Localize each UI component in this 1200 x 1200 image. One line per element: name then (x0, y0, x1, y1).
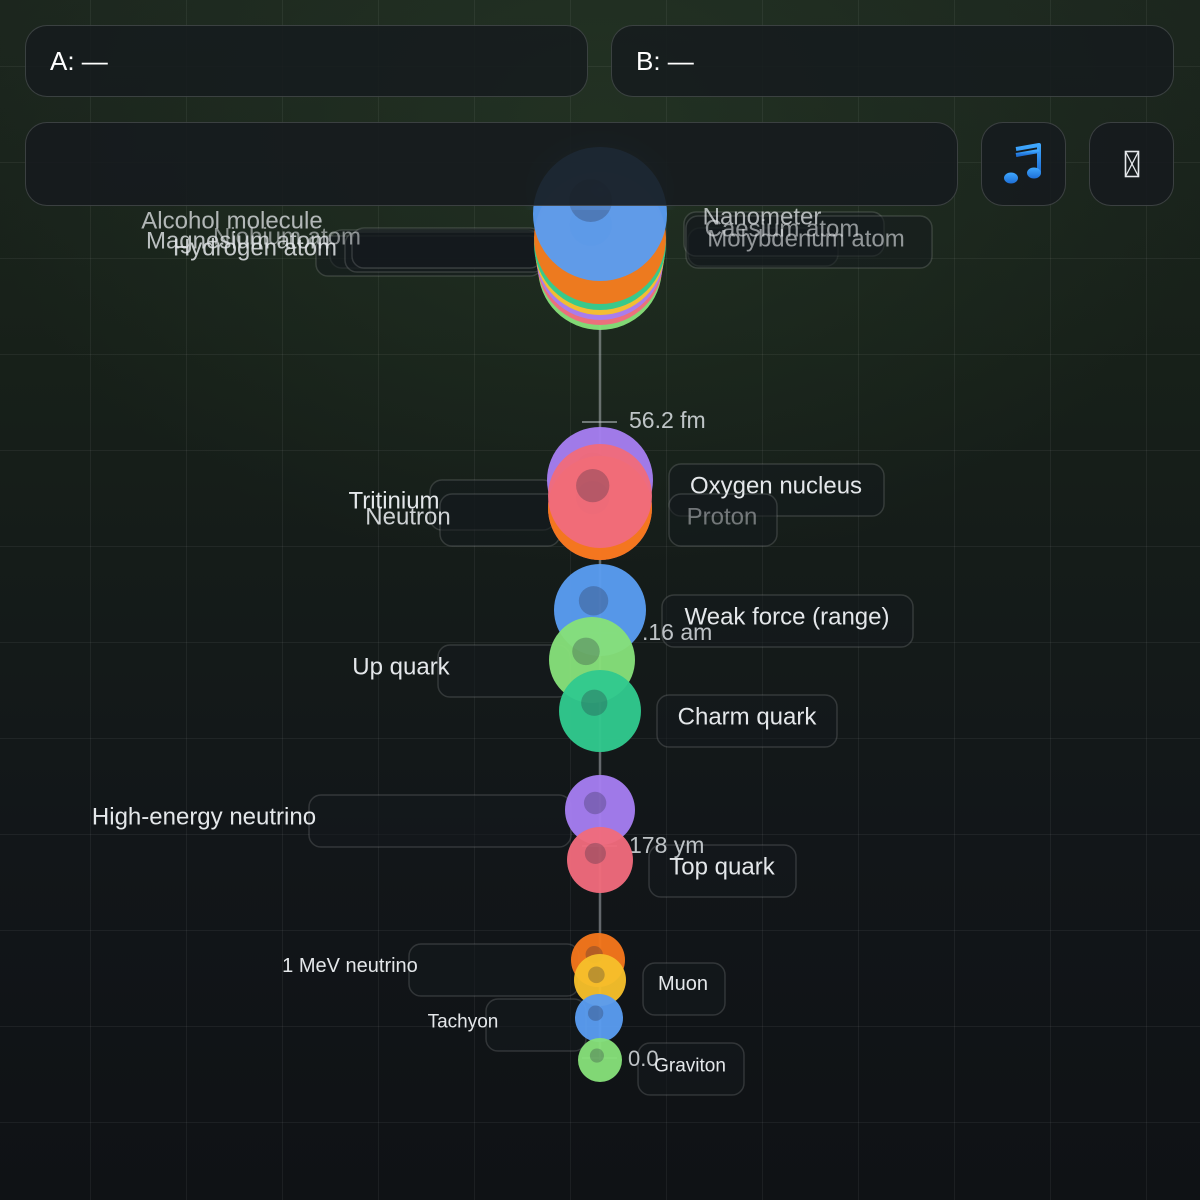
neutron-bubble[interactable] (548, 444, 652, 548)
up-quark-label: Up quark (352, 653, 450, 680)
missing-glyph-icon (1124, 150, 1139, 178)
ruler-label: 56.2 fm (629, 407, 706, 433)
tachyon-label: Tachyon (428, 1012, 499, 1033)
music-toggle-button[interactable] (981, 122, 1066, 206)
top-quark-label: Top quark (669, 853, 775, 880)
tachyon-bubble[interactable] (575, 994, 623, 1042)
neutron-label: Neutron (365, 503, 450, 530)
charm-quark-bubble[interactable] (559, 670, 641, 752)
proton-label: Proton (687, 503, 758, 530)
charm-quark-label: Charm quark (678, 703, 818, 730)
neutron-label-box[interactable] (439, 493, 561, 547)
muon-label: Muon (658, 973, 708, 995)
oxygen-nucleus-label: Oxygen nucleus (690, 472, 862, 499)
hydrogen-atom-label-box[interactable] (351, 227, 543, 269)
top-quark-bubble[interactable] (567, 827, 633, 893)
weak-force-range-label: Weak force (range) (685, 603, 890, 630)
hydrogen-atom-label: Hydrogen atom (173, 234, 337, 261)
extra-button[interactable] (1089, 122, 1174, 206)
musical-note-icon (1003, 143, 1041, 184)
graviton-bubble[interactable] (578, 1038, 622, 1082)
molybdenum-atom-label: Molybdenum atom (707, 225, 904, 252)
search-input[interactable] (25, 122, 958, 206)
high-energy-neutrino-label: High-energy neutrino (92, 803, 316, 830)
1-mev-neutrino-label-box[interactable] (408, 943, 580, 997)
scale-viewer: 56.2 fm .16 am 178 ym 0.0 Alcohol molecule M… (0, 0, 1200, 1200)
tachyon-label-box[interactable] (485, 998, 587, 1052)
high-energy-neutrino-label-box[interactable] (308, 794, 572, 848)
1-mev-neutrino-label: 1 MeV neutrino (282, 955, 418, 977)
graviton-label: Graviton (654, 1056, 726, 1077)
